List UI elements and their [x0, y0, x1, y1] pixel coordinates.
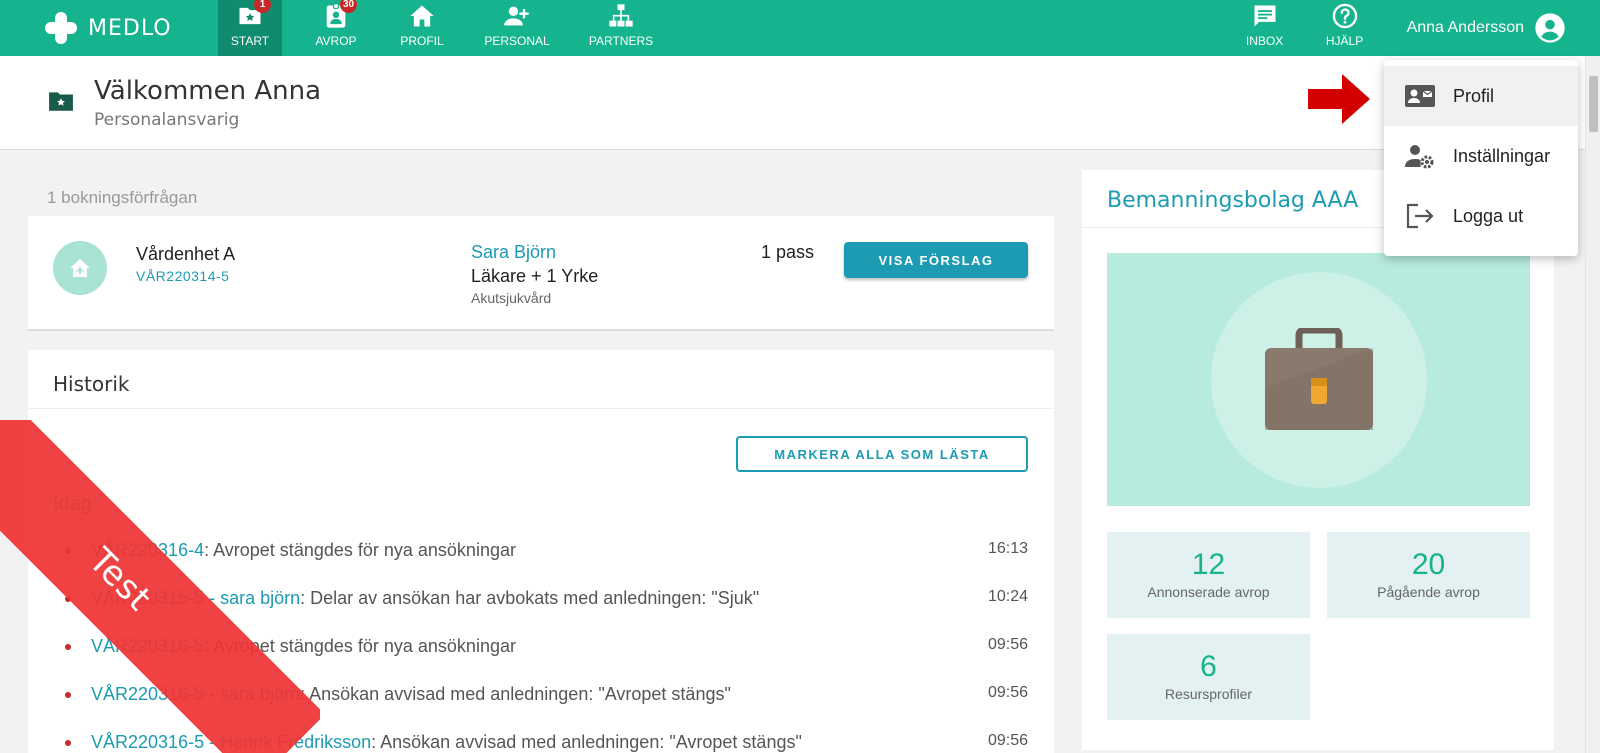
stat-resource-profiles[interactable]: 6 Resursprofiler	[1107, 634, 1310, 720]
person-name-link[interactable]: Sara Björn	[471, 242, 556, 263]
annotation-arrow-icon	[1308, 74, 1370, 124]
history-time: 10:24	[987, 588, 1028, 605]
stat-label: Annonserade avrop	[1147, 584, 1270, 600]
scrollbar-thumb[interactable]	[1589, 76, 1598, 132]
user-role: Personalansvarig	[94, 110, 240, 130]
history-title: Historik	[53, 372, 130, 396]
unread-dot	[65, 692, 71, 698]
nav-personal[interactable]: PERSONAL	[476, 0, 558, 56]
history-link[interactable]: VÅR220316-5 - Henrik Fredriksson	[91, 732, 371, 752]
nav-personal-label: PERSONAL	[484, 34, 550, 48]
history-text: : Avropet stängdes för nya ansökningar	[204, 636, 516, 656]
avrop-badge: 30	[340, 0, 358, 13]
nav-partners[interactable]: PARTNERS	[580, 0, 662, 56]
history-link[interactable]: VÅR220316-4	[91, 540, 204, 560]
menu-item-settings[interactable]: Inställningar	[1384, 126, 1578, 186]
home-icon	[410, 5, 434, 27]
help-icon	[1332, 3, 1357, 29]
page-title: Välkommen Anna	[94, 76, 322, 106]
menu-item-label: Profil	[1453, 85, 1495, 106]
history-text: : Avropet stängdes för nya ansökningar	[204, 540, 516, 560]
booking-request-card: Vårdenhet A VÅR220314-5 Sara Björn Läkar…	[28, 216, 1054, 331]
person-role: Läkare + 1 Yrke	[471, 266, 599, 286]
history-link[interactable]: VÅR220316-5	[91, 636, 204, 656]
add-user-icon	[504, 6, 529, 26]
star-folder-icon	[49, 92, 73, 111]
history-row: VÅR220316-5: Avropet stängdes för nya an…	[65, 634, 1028, 660]
unread-dot	[65, 548, 71, 554]
org-chart-icon	[609, 4, 633, 27]
unit-name: Vårdenhet A	[136, 244, 236, 264]
show-suggestion-button[interactable]: VISA FÖRSLAG	[844, 242, 1028, 278]
history-row: VÅR220316-4: Avropet stängdes för nya an…	[65, 538, 1028, 564]
contact-card-icon	[1405, 85, 1435, 107]
top-navigation-bar: MEDLO 1 START 30 AVROP PROFIL PERSONAL P…	[0, 0, 1600, 56]
start-badge: 1	[254, 0, 271, 13]
nav-avrop[interactable]: 30 AVROP	[304, 0, 368, 56]
brand-logo[interactable]: MEDLO	[0, 0, 218, 56]
user-menu[interactable]: Anna Andersson	[1377, 0, 1600, 56]
history-time: 09:56	[987, 732, 1028, 749]
nav-help-label: HJÄLP	[1325, 34, 1364, 48]
history-text: : Ansökan avvisad med anledningen: "Avro…	[300, 684, 731, 704]
nav-help[interactable]: HJÄLP	[1313, 0, 1377, 56]
history-panel: Historik MARKERA ALLA SOM LÄSTA Idag VÅR…	[28, 350, 1054, 753]
nav-profil[interactable]: PROFIL	[390, 0, 454, 56]
divider	[28, 408, 1054, 409]
briefcase-icon	[1264, 327, 1373, 430]
menu-item-label: Inställningar	[1453, 145, 1551, 166]
history-time: 09:56	[987, 684, 1028, 701]
day-label: Idag	[53, 493, 92, 515]
agency-title: Bemanningsbolag AAA	[1107, 188, 1359, 213]
stat-label: Resursprofiler	[1164, 686, 1253, 702]
agency-panel: Bemanningsbolag AAA 12 Annonserade avrop…	[1082, 170, 1554, 750]
history-text: : Ansökan avvisad med anledningen: "Avro…	[371, 732, 802, 752]
page-scrollbar[interactable]	[1585, 56, 1600, 753]
stat-value: 6	[1200, 650, 1217, 683]
nav-profil-label: PROFIL	[400, 34, 444, 48]
stat-ongoing-calls[interactable]: 20 Pågående avrop	[1327, 532, 1530, 618]
stat-value: 20	[1411, 548, 1446, 581]
unread-dot	[65, 740, 71, 746]
menu-item-profile[interactable]: Profil	[1384, 66, 1578, 126]
nav-inbox[interactable]: INBOX	[1233, 0, 1297, 56]
nav-avrop-label: AVROP	[315, 34, 357, 48]
medlo-cross-icon	[45, 12, 77, 44]
unread-dot	[65, 596, 71, 602]
nav-inbox-label: INBOX	[1245, 34, 1284, 48]
medical-home-icon	[70, 259, 90, 277]
history-link[interactable]: VÅR220316-5 - sara björn	[91, 684, 300, 704]
menu-item-label: Logga ut	[1453, 205, 1524, 226]
history-text: : Delar av ansökan har avbokats med anle…	[300, 588, 760, 608]
booking-requests-heading: 1 bokningsförfrågan	[47, 188, 198, 207]
unread-dot	[65, 644, 71, 650]
logout-icon	[1406, 203, 1434, 229]
person-department: Akutsjukvård	[471, 290, 552, 306]
menu-item-logout[interactable]: Logga ut	[1384, 186, 1578, 246]
history-row: VÅR220315-5 - sara björn: Delar av ansök…	[65, 586, 1028, 612]
user-name: Anna Andersson	[1406, 19, 1524, 36]
nav-start-label: START	[230, 34, 270, 48]
history-time: 16:13	[987, 540, 1028, 557]
mark-all-read-button[interactable]: MARKERA ALLA SOM LÄSTA	[736, 436, 1028, 472]
stat-value: 12	[1191, 548, 1226, 581]
stat-announced-calls[interactable]: 12 Annonserade avrop	[1107, 532, 1310, 618]
agency-banner	[1107, 253, 1530, 506]
stat-label: Pågående avrop	[1377, 584, 1480, 600]
user-settings-icon	[1405, 145, 1434, 169]
history-row: VÅR220316-5 - sara björn: Ansökan avvisa…	[65, 682, 1028, 708]
history-link[interactable]: VÅR220315-5 - sara björn	[91, 588, 300, 608]
history-time: 09:56	[987, 636, 1028, 653]
nav-partners-label: PARTNERS	[588, 34, 654, 48]
pass-count: 1 pass	[761, 242, 815, 262]
brand-name: MEDLO	[88, 15, 172, 41]
unit-code-link[interactable]: VÅR220314-5	[136, 268, 229, 284]
user-dropdown-menu: Profil Inställningar Logga ut	[1384, 60, 1578, 256]
message-icon	[1254, 5, 1276, 27]
unit-avatar	[53, 241, 107, 295]
account-circle-icon	[1535, 13, 1565, 43]
nav-start[interactable]: 1 START	[218, 0, 282, 56]
history-row: VÅR220316-5 - Henrik Fredriksson: Ansöka…	[65, 730, 1028, 753]
